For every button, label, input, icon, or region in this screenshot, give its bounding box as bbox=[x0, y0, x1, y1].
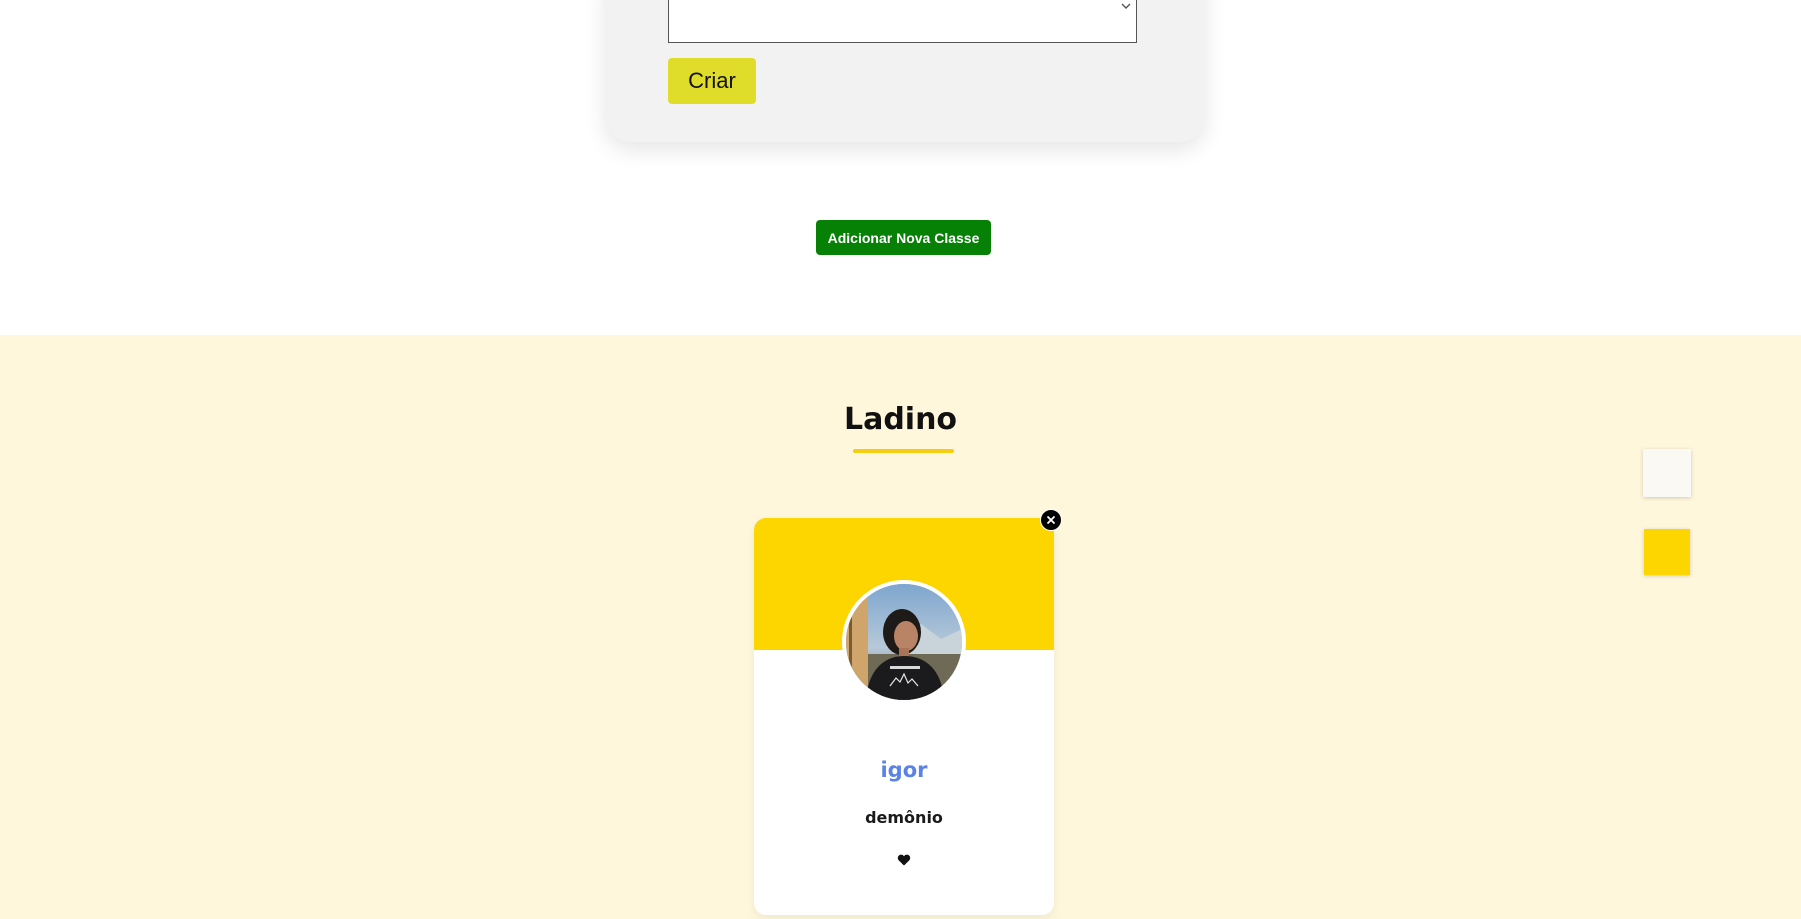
page: Criar Adicionar Nova Classe Ladino igor … bbox=[0, 0, 1801, 919]
chevron-down-icon bbox=[1121, 3, 1131, 9]
theme-swatch-yellow[interactable] bbox=[1644, 529, 1690, 575]
avatar bbox=[842, 580, 966, 704]
title-underline bbox=[853, 449, 954, 453]
character-race: demônio bbox=[865, 808, 943, 827]
character-name: igor bbox=[880, 758, 928, 782]
heart-icon[interactable] bbox=[897, 853, 911, 867]
character-card: igor demônio bbox=[754, 518, 1054, 915]
add-new-class-button[interactable]: Adicionar Nova Classe bbox=[816, 220, 991, 255]
class-select[interactable] bbox=[668, 0, 1137, 43]
theme-swatch-light[interactable] bbox=[1643, 449, 1691, 497]
close-icon bbox=[1046, 515, 1056, 525]
class-section: Ladino igor demônio bbox=[0, 335, 1801, 919]
user-photo-icon bbox=[846, 584, 962, 700]
create-button[interactable]: Criar bbox=[668, 58, 756, 104]
remove-card-button[interactable] bbox=[1040, 509, 1062, 531]
class-title: Ladino bbox=[843, 402, 958, 437]
